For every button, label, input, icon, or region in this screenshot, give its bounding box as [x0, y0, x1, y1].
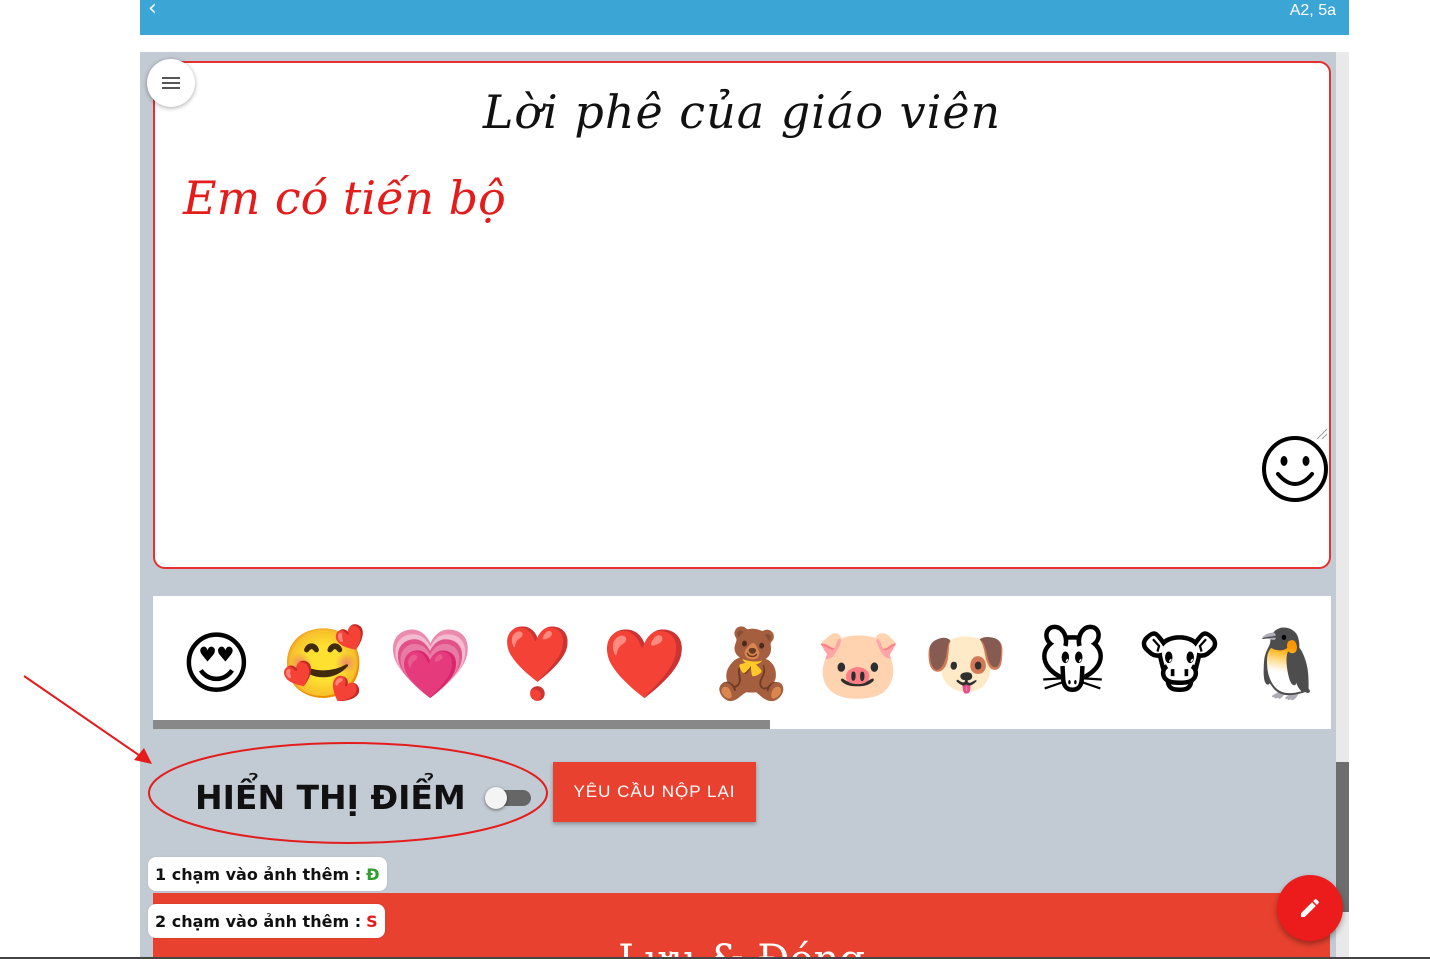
hint-double-tap-text: 2 chạm vào ảnh thêm :: [155, 911, 362, 931]
hamburger-menu-icon: [162, 77, 180, 89]
correct-mark: Đ: [366, 864, 380, 884]
class-label: A2, 5a: [1289, 2, 1336, 19]
comment-title: Lời phê của giáo viên: [482, 85, 1002, 139]
chevron-left-icon[interactable]: ‹: [148, 0, 157, 21]
emoji-mouse-face[interactable]: 🐭: [1019, 620, 1126, 710]
emoji-heart-exclamation[interactable]: ❣️: [484, 620, 591, 710]
hint-double-tap: 2 chạm vào ảnh thêm : S: [148, 904, 385, 938]
emoji-picker[interactable]: 😍 🥰 💗 ❣️ ❤️ 🧸 🐷 🐶 🐭 🐮 🐧: [153, 596, 1331, 729]
toggle-knob: [485, 787, 507, 809]
teacher-comment-textarea[interactable]: Lời phê của giáo viên Em có tiến bộ: [153, 61, 1331, 569]
emoji-penguin[interactable]: 🐧: [1233, 620, 1331, 710]
wrong-mark: S: [366, 911, 378, 931]
emoji-dog-face[interactable]: 🐶: [912, 620, 1019, 710]
comment-text[interactable]: Em có tiến bộ: [183, 171, 506, 225]
emoji-row: 😍 🥰 💗 ❣️ ❤️ 🧸 🐷 🐶 🐭 🐮 🐧: [163, 620, 1331, 710]
emoji-scrollbar[interactable]: [153, 720, 770, 729]
emoji-sparkling-red-heart[interactable]: ❤️: [591, 620, 698, 710]
emoji-teddy-bear[interactable]: 🧸: [698, 620, 805, 710]
save-panel-text: Lưu & Đóng: [153, 937, 1330, 959]
annotation-arrow: [23, 675, 152, 764]
edit-fab-button[interactable]: [1277, 875, 1343, 941]
smiley-face-icon[interactable]: [1260, 434, 1330, 504]
pencil-icon: [1301, 898, 1320, 917]
emoji-cow-face[interactable]: 🐮: [1126, 620, 1233, 710]
emoji-smiling-face-with-hearts[interactable]: 🥰: [270, 620, 377, 710]
request-resubmit-button[interactable]: YÊU CẦU NỘP LẠI: [553, 762, 756, 822]
hint-single-tap-text: 1 chạm vào ảnh thêm :: [155, 864, 362, 884]
show-score-toggle[interactable]: [485, 787, 532, 809]
emoji-heart-eyes[interactable]: 😍: [163, 620, 270, 710]
emoji-pig-face[interactable]: 🐷: [805, 620, 912, 710]
show-score-label: HIỂN THỊ ĐIỂM: [195, 778, 466, 817]
top-app-bar: ‹ A2, 5a: [140, 0, 1349, 35]
emoji-growing-heart[interactable]: 💗: [377, 620, 484, 710]
hint-single-tap: 1 chạm vào ảnh thêm : Đ: [148, 857, 387, 891]
menu-button[interactable]: [147, 59, 195, 107]
